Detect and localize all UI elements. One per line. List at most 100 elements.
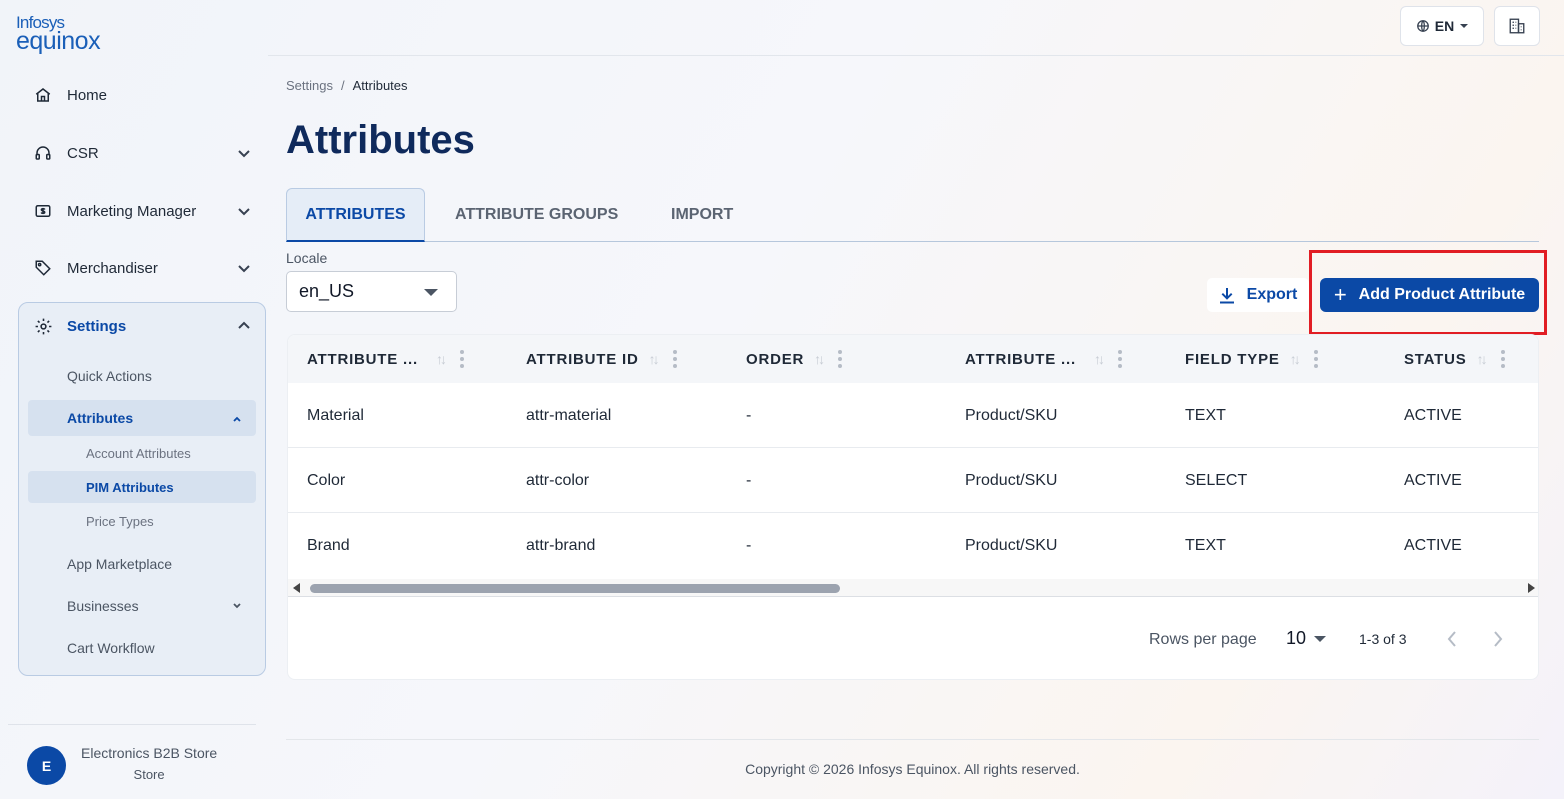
sidebar-divider: [8, 724, 256, 725]
cell-status: ACTIVE: [1404, 471, 1462, 489]
sidebar-subitem-app-marketplace[interactable]: App Marketplace: [28, 546, 256, 582]
column-header-attribute-id[interactable]: ATTRIBUTE ID ↑↓: [526, 335, 677, 383]
sort-icon[interactable]: ↑↓: [436, 351, 447, 367]
tab-attribute-groups[interactable]: ATTRIBUTE GROUPS: [455, 188, 618, 242]
sidebar-item-marketing-manager[interactable]: Marketing Manager: [18, 191, 266, 231]
footer-divider: [286, 739, 1539, 740]
sidebar-subitem-price-types[interactable]: Price Types: [28, 505, 256, 537]
breadcrumb-current: Attributes: [352, 78, 408, 93]
cell-attribute-type: Product/SKU: [965, 536, 1058, 554]
sidebar-subitem-label: Account Attributes: [86, 445, 191, 461]
home-icon: [32, 84, 54, 106]
globe-icon: [1416, 20, 1429, 32]
table-row[interactable]: Color attr-color - Product/SKU SELECT AC…: [288, 448, 1538, 513]
column-menu-icon[interactable]: [1500, 350, 1505, 368]
organization-button[interactable]: [1494, 6, 1540, 46]
sidebar-subitem-label: PIM Attributes: [86, 479, 174, 495]
column-header-label: ORDER: [746, 350, 805, 368]
sidebar-item-merchandiser[interactable]: Merchandiser: [18, 248, 266, 288]
sidebar-subitem-label: Attributes: [67, 410, 134, 426]
table-row[interactable]: Material attr-material - Product/SKU TEX…: [288, 383, 1538, 448]
sidebar-subitem-attributes[interactable]: Attributes: [28, 400, 256, 436]
dollar-bill-icon: [32, 200, 54, 222]
sort-icon[interactable]: ↑↓: [1094, 351, 1105, 367]
logo-line-2: equinox: [16, 27, 101, 55]
column-header-order[interactable]: ORDER ↑↓: [746, 335, 843, 383]
sidebar-subitem-label: App Marketplace: [67, 556, 173, 572]
chevron-up-icon: [233, 416, 241, 422]
column-header-label: FIELD TYPE: [1185, 350, 1280, 368]
sidebar-item-label: CSR: [67, 144, 99, 162]
sidebar-item-label: Home: [67, 86, 108, 104]
sidebar-subitem-label: Businesses: [67, 598, 139, 614]
column-header-label: STATUS: [1404, 350, 1467, 368]
cell-status: ACTIVE: [1404, 406, 1462, 424]
caret-down-icon: [1460, 24, 1469, 28]
table-header: ATTRIBUTE ... ↑↓ ATTRIBUTE ID ↑↓ ORDER ↑…: [288, 335, 1538, 383]
column-header-attribute-name[interactable]: ATTRIBUTE ... ↑↓: [307, 335, 464, 383]
infosys-equinox-logo[interactable]: Infosys equinox: [16, 14, 101, 55]
header-divider: [268, 55, 1564, 56]
sidebar-item-home[interactable]: Home: [18, 75, 266, 115]
cell-attribute-name: Material: [307, 406, 364, 424]
column-menu-icon[interactable]: [1313, 350, 1318, 368]
column-menu-icon[interactable]: [672, 350, 677, 368]
store-info: Electronics B2B Store Store: [81, 745, 217, 782]
cell-attribute-id: attr-brand: [526, 536, 596, 554]
sidebar-subitem-account-attributes[interactable]: Account Attributes: [28, 437, 256, 469]
column-header-attribute-type[interactable]: ATTRIBUTE ... ↑↓: [965, 335, 1122, 383]
column-menu-icon[interactable]: [1117, 350, 1122, 368]
column-header-label: ATTRIBUTE ...: [965, 350, 1076, 368]
next-page-button[interactable]: [1486, 625, 1510, 653]
attributes-table: ATTRIBUTE ... ↑↓ ATTRIBUTE ID ↑↓ ORDER ↑…: [287, 334, 1539, 680]
rows-per-page-select[interactable]: 10: [1286, 628, 1327, 649]
scroll-left-arrow-icon[interactable]: [293, 583, 300, 593]
cell-attribute-id: attr-material: [526, 406, 612, 424]
column-menu-icon[interactable]: [459, 350, 464, 368]
column-menu-icon[interactable]: [838, 350, 843, 368]
store-switcher[interactable]: E Electronics B2B Store Store: [27, 742, 217, 785]
locale-select[interactable]: en_US: [286, 271, 457, 312]
sidebar-subitem-label: Quick Actions: [67, 368, 152, 384]
cell-order: -: [746, 536, 752, 554]
download-icon: [1219, 287, 1234, 303]
sort-icon[interactable]: ↑↓: [814, 351, 825, 367]
scrollbar-thumb[interactable]: [310, 584, 840, 593]
column-header-field-type[interactable]: FIELD TYPE ↑↓: [1185, 335, 1318, 383]
column-header-label: ATTRIBUTE ...: [307, 350, 418, 368]
sidebar-item-label: Marketing Manager: [67, 202, 197, 220]
language-label: EN: [1434, 18, 1455, 34]
sort-icon[interactable]: ↑↓: [1477, 351, 1488, 367]
sidebar-item-csr[interactable]: CSR: [18, 133, 266, 173]
column-header-label: ATTRIBUTE ID: [526, 350, 639, 368]
cell-order: -: [746, 471, 752, 489]
sidebar-subitem-businesses[interactable]: Businesses: [28, 588, 256, 624]
language-selector[interactable]: EN: [1400, 6, 1484, 46]
previous-page-button[interactable]: [1440, 625, 1464, 653]
cell-attribute-id: attr-color: [526, 471, 590, 489]
cell-status: ACTIVE: [1404, 536, 1462, 554]
copyright-text: Copyright © 2026 Infosys Equinox. All ri…: [745, 761, 1080, 777]
sidebar-subitem-pim-attributes[interactable]: PIM Attributes: [28, 471, 256, 503]
column-header-status[interactable]: STATUS ↑↓: [1404, 335, 1505, 383]
scroll-right-arrow-icon[interactable]: [1528, 583, 1535, 593]
sidebar-subitem-cart-workflow[interactable]: Cart Workflow: [28, 630, 256, 666]
tag-icon: [32, 257, 54, 279]
cell-attribute-name: Brand: [307, 536, 350, 554]
sort-icon[interactable]: ↑↓: [649, 351, 660, 367]
sidebar-subitem-label: Cart Workflow: [67, 640, 155, 656]
tab-attributes[interactable]: ATTRIBUTES: [286, 188, 425, 242]
tab-import[interactable]: IMPORT: [671, 188, 733, 242]
sidebar-subitem-quick-actions[interactable]: Quick Actions: [28, 358, 256, 394]
sort-icon[interactable]: ↑↓: [1290, 351, 1301, 367]
sidebar-item-settings[interactable]: Settings: [18, 306, 266, 346]
chevron-down-icon: [238, 208, 250, 216]
cell-field-type: SELECT: [1185, 471, 1248, 489]
export-label: Export: [1246, 286, 1298, 303]
store-type: Store: [133, 767, 165, 782]
breadcrumb-separator: /: [340, 78, 345, 93]
table-row[interactable]: Brand attr-brand - Product/SKU TEXT ACTI…: [288, 513, 1538, 578]
export-button[interactable]: Export: [1207, 278, 1309, 312]
breadcrumb-settings-link[interactable]: Settings: [286, 78, 333, 93]
horizontal-scrollbar[interactable]: [288, 579, 1538, 597]
